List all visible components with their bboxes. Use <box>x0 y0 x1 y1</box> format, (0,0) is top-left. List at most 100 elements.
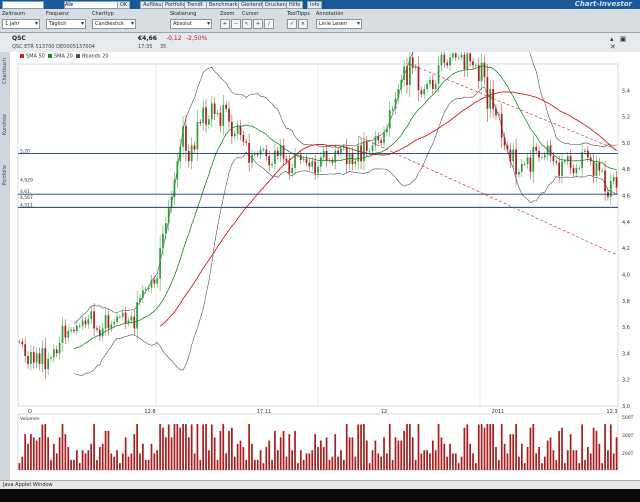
side-tab-3[interactable]: Portfolio <box>2 165 8 186</box>
volume-bar-76 <box>236 443 239 470</box>
volume-bar-7 <box>38 437 41 470</box>
y-tick-label-5: 4,4 <box>622 220 630 226</box>
candle-11 <box>50 357 52 359</box>
volume-bar-99 <box>302 459 305 470</box>
volume-bar-119 <box>360 424 362 470</box>
zoom-in-icon[interactable]: + <box>220 19 230 29</box>
cursor-line-icon[interactable]: / <box>264 19 274 29</box>
candle-194 <box>575 167 578 174</box>
price-chart[interactable]: 5,45,25,04,84,64,44,24,03,83,63,43,23,0 … <box>10 52 640 480</box>
volume-bar-117 <box>354 456 357 470</box>
candle-200 <box>592 161 595 176</box>
candle-104 <box>317 166 319 174</box>
volume-bar-173 <box>515 424 517 470</box>
volume-bar-79 <box>245 459 248 470</box>
volume-bar-98 <box>299 450 302 470</box>
candle-37 <box>124 312 127 324</box>
candle-87 <box>268 156 271 166</box>
candle-178 <box>529 157 532 172</box>
volume-bar-140 <box>420 453 423 470</box>
volume-bar-137 <box>411 437 414 470</box>
candle-207 <box>612 177 615 182</box>
volume-bar-54 <box>173 424 176 470</box>
candle-95 <box>291 167 294 174</box>
status-bar: Java Applet Window <box>0 480 640 489</box>
volume-bar-29 <box>101 443 104 470</box>
scaling-select[interactable]: Absolut <box>170 19 212 29</box>
legend-item-1: SMA 20 <box>54 54 73 60</box>
volume-bar-168 <box>500 424 503 470</box>
frequency-label: Frequenz <box>46 11 69 17</box>
annotation-group: Annotation Linie Lesen <box>316 11 362 29</box>
candle-151 <box>452 53 454 58</box>
volume-bar-167 <box>498 459 500 470</box>
zoom-out-icon[interactable]: − <box>231 19 241 29</box>
side-tab-1[interactable]: Chartbuch <box>2 58 8 84</box>
search-input[interactable] <box>2 1 44 9</box>
y-tick-label-11: 3,2 <box>622 378 630 384</box>
annotation-select[interactable]: Linie Lesen <box>316 19 362 29</box>
candle-164 <box>489 88 492 109</box>
toolbar-button-3[interactable]: Trendf. <box>184 1 207 9</box>
volume-bar-15 <box>61 424 64 470</box>
charttype-select[interactable]: Candlestick <box>92 19 136 29</box>
price-value: €4,66 <box>138 35 157 42</box>
toolbar-button-8[interactable]: Info <box>307 1 323 9</box>
cursor-group: Cursor ↖ + / <box>242 11 275 29</box>
candle-6 <box>35 353 38 363</box>
toolbar-button-6[interactable]: Drucken <box>262 1 289 9</box>
tooltips-on-icon[interactable]: ✓ <box>287 19 297 29</box>
side-tab-2[interactable]: Kursliste <box>2 114 8 135</box>
tooltips-label: ToolTipps <box>287 11 310 17</box>
volume-bar-130 <box>391 459 394 470</box>
volume-bar-208 <box>615 437 618 470</box>
candle-150 <box>449 57 451 66</box>
volume-bar-125 <box>377 453 380 470</box>
volume-bar-171 <box>509 434 512 470</box>
candle-91 <box>279 145 282 157</box>
volume-bar-50 <box>162 427 164 470</box>
volume-bar-94 <box>288 434 291 470</box>
y-tick-label-1: 5,2 <box>622 115 630 121</box>
volume-bar-10 <box>47 437 50 470</box>
volume-bar-127 <box>383 437 385 470</box>
volume-bar-131 <box>394 437 397 470</box>
volume-bar-184 <box>546 440 549 470</box>
toolbar-button-4[interactable]: Benchmark <box>206 1 241 9</box>
tooltips-off-icon[interactable]: × <box>298 19 308 29</box>
left-price-label-2: 4,61 <box>20 189 30 195</box>
candle-141 <box>423 88 426 95</box>
candle-85 <box>262 149 265 151</box>
volume-tick-label-2: 200T <box>622 451 634 457</box>
volume-bar-36 <box>121 453 124 470</box>
candle-139 <box>417 66 420 91</box>
volume-bar-90 <box>276 450 279 470</box>
candle-0 <box>18 341 21 343</box>
timeframe-select[interactable]: 1 Jahr <box>2 19 40 29</box>
volume-bar-138 <box>414 459 417 470</box>
candle-63 <box>199 121 202 124</box>
volume-bar-132 <box>397 440 400 470</box>
candle-13 <box>55 349 58 354</box>
candle-72 <box>225 104 227 109</box>
candle-125 <box>377 136 380 141</box>
volume-bar-19 <box>73 459 75 470</box>
candle-204 <box>604 170 606 192</box>
volume-bar-153 <box>457 463 460 470</box>
cursor-cross-icon[interactable]: + <box>253 19 263 29</box>
symbol-name: QSC <box>12 35 26 42</box>
candle-131 <box>394 98 397 109</box>
candle-2 <box>24 344 27 357</box>
volume-bar-77 <box>239 440 242 470</box>
candle-69 <box>216 112 219 114</box>
y-tick-label-12: 3,0 <box>622 404 630 410</box>
volume-bar-121 <box>365 440 368 470</box>
frequency-select[interactable]: Täglich <box>46 19 86 29</box>
volume-bar-189 <box>561 427 563 470</box>
volume-bar-22 <box>81 450 84 470</box>
window-controls[interactable]: ▴ ▣ ✕ <box>610 35 636 51</box>
toolbar-button-7[interactable]: Hilfe <box>286 1 304 9</box>
candle-142 <box>426 83 428 89</box>
ok-button[interactable]: OK <box>117 1 131 9</box>
cursor-arrow-icon[interactable]: ↖ <box>242 19 252 29</box>
